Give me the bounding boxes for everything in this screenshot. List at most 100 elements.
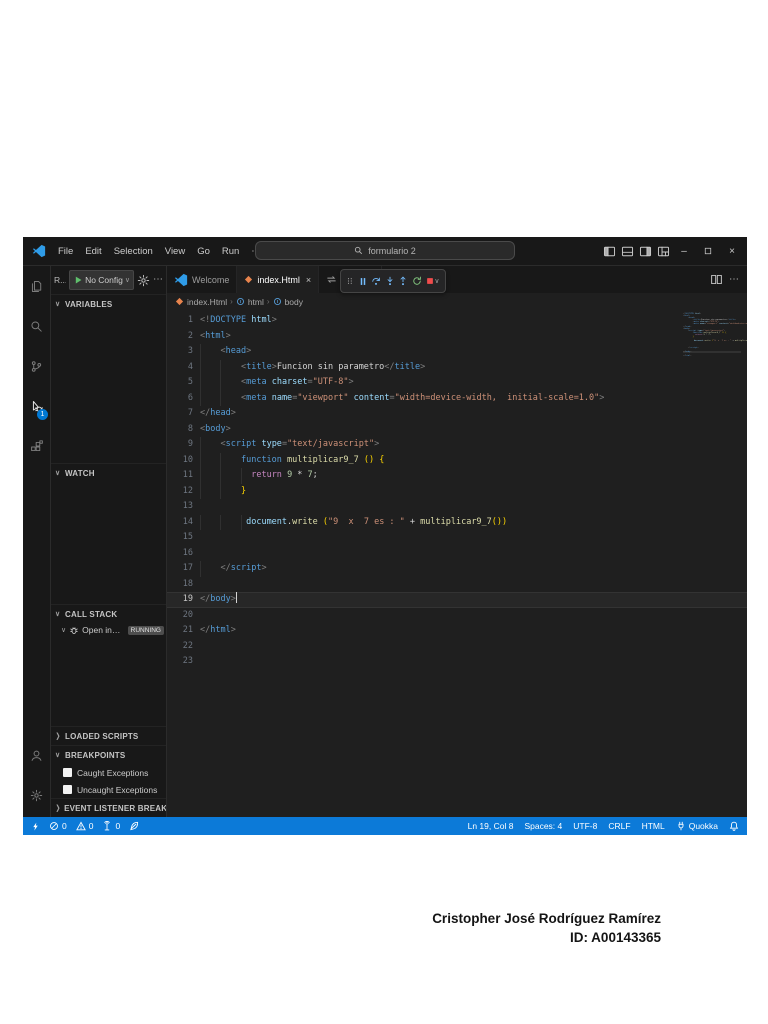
section-header-event-listener-breakpoints[interactable]: ❭EVENT LISTENER BREAKPOINTS <box>51 799 166 817</box>
breadcrumb-html[interactable]: html <box>236 297 264 307</box>
line-number[interactable]: 11 <box>167 468 200 484</box>
line-number[interactable]: 13 <box>167 499 200 515</box>
line-number[interactable]: 17 <box>167 561 200 577</box>
line-number[interactable]: 1 <box>167 313 200 329</box>
status-warning[interactable]: 0 <box>75 821 93 831</box>
activity-source-control[interactable] <box>23 346 50 386</box>
toggle-secondary-sidebar-icon[interactable] <box>637 243 653 259</box>
code-line-23[interactable] <box>683 359 741 361</box>
debug-config-dropdown[interactable]: No Config ∨ <box>69 270 134 290</box>
status-ln-19-col-8[interactable]: Ln 19, Col 8 <box>468 821 514 831</box>
restart-button[interactable] <box>412 276 422 286</box>
code-line-3[interactable]: 3 <head> <box>167 344 747 360</box>
more-actions-icon[interactable]: ⋯ <box>153 275 163 285</box>
line-number[interactable]: 20 <box>167 608 200 624</box>
code-line-4[interactable]: 4 <title>Funcion sin parametro</title> <box>167 360 747 376</box>
breakpoint-caught-exceptions[interactable]: Caught Exceptions <box>51 764 166 781</box>
code-line-6[interactable]: 6 <meta name="viewport" content="width=d… <box>167 391 747 407</box>
close-button[interactable]: × <box>721 237 743 265</box>
toggle-sidebar-icon[interactable] <box>601 243 617 259</box>
line-number[interactable]: 4 <box>167 360 200 376</box>
checkbox-icon[interactable] <box>63 768 72 777</box>
code-line-14[interactable]: 14 document.write ("9 x 7 es : " + multi… <box>167 515 747 531</box>
line-number[interactable]: 22 <box>167 639 200 655</box>
command-center-search[interactable]: formulario 2 <box>255 241 515 260</box>
section-header-variables[interactable]: ∨ VARIABLES <box>51 295 166 313</box>
code-line-23[interactable]: 23 <box>167 654 747 670</box>
code-line-15[interactable]: 15 <box>167 530 747 546</box>
customize-layout-icon[interactable] <box>655 243 671 259</box>
section-header-loaded-scripts[interactable]: ❭ LOADED SCRIPTS <box>51 727 166 745</box>
activity-run-and-debug[interactable]: 1 <box>23 386 50 426</box>
code-line-1[interactable]: 1 <!DOCTYPE html> <box>167 313 747 329</box>
minimap[interactable]: <!DOCTYPE html> <html> <head> <title>Func… <box>683 313 747 361</box>
code-line-5[interactable]: 5 <meta charset="UTF-8"> <box>167 375 747 391</box>
chevron-down-icon[interactable]: ∨ <box>434 277 439 285</box>
status-remote[interactable] <box>31 821 40 832</box>
code-line-9[interactable]: 9 <script type="text/javascript"> <box>167 437 747 453</box>
line-number[interactable]: 18 <box>167 577 200 593</box>
line-number[interactable]: 14 <box>167 515 200 531</box>
menu-view[interactable]: View <box>160 244 190 259</box>
line-number[interactable]: 19 <box>167 592 200 608</box>
code-line-12[interactable]: 12 } <box>167 484 747 500</box>
status-error[interactable]: 0 <box>49 821 67 831</box>
status-plug[interactable]: Quokka <box>676 821 718 831</box>
step-into-button[interactable] <box>385 276 395 286</box>
minimize-button[interactable]: – <box>673 237 695 265</box>
line-number[interactable]: 6 <box>167 391 200 407</box>
status-ports[interactable]: 0 <box>102 821 120 831</box>
stop-button[interactable]: ∨ <box>425 276 440 286</box>
line-number[interactable]: 21 <box>167 623 200 639</box>
menu-file[interactable]: File <box>53 244 78 259</box>
line-number[interactable]: 15 <box>167 530 200 546</box>
menu-edit[interactable]: Edit <box>80 244 106 259</box>
code-line-20[interactable]: 20 <box>167 608 747 624</box>
status-quill[interactable] <box>129 821 139 831</box>
activity-extensions[interactable] <box>23 426 50 466</box>
section-header-breakpoints[interactable]: ∨ BREAKPOINTS <box>51 746 166 764</box>
activity-search[interactable] <box>23 306 50 346</box>
code-content[interactable]: 1 <!DOCTYPE html> 2 <html> 3 <head> 4 <title>… <box>167 310 747 817</box>
maximize-button[interactable] <box>697 237 719 265</box>
line-number[interactable]: 3 <box>167 344 200 360</box>
grip-button[interactable] <box>346 275 354 287</box>
section-header-watch[interactable]: ∨ WATCH <box>51 464 166 482</box>
status-crlf[interactable]: CRLF <box>608 821 630 831</box>
code-line-22[interactable]: 22 <box>167 639 747 655</box>
checkbox-icon[interactable] <box>63 785 72 794</box>
activity-accounts[interactable] <box>23 735 50 775</box>
line-number[interactable]: 16 <box>167 546 200 562</box>
breadcrumb-index-html[interactable]: index.Html <box>175 297 227 307</box>
code-line-11[interactable]: 11 return 9 * 7; <box>167 468 747 484</box>
tab-index-html[interactable]: index.Html × <box>237 266 320 293</box>
line-number[interactable]: 12 <box>167 484 200 500</box>
code-line-10[interactable]: 10 function multiplicar9_7 () { <box>167 453 747 469</box>
activity-settings[interactable] <box>23 775 50 815</box>
status-html[interactable]: HTML <box>642 821 665 831</box>
code-line-19[interactable]: 19 </body> <box>167 592 747 608</box>
code-line-13[interactable]: 13 <box>167 499 747 515</box>
step-over-button[interactable] <box>371 276 381 286</box>
menu-run[interactable]: Run <box>217 244 244 259</box>
code-line-16[interactable]: 16 <box>167 546 747 562</box>
activity-explorer[interactable] <box>23 266 50 306</box>
step-out-button[interactable] <box>398 276 408 286</box>
editor-more-actions-icon[interactable]: ⋯ <box>729 274 739 285</box>
close-tab-icon[interactable]: × <box>306 275 311 285</box>
pause-button[interactable] <box>358 276 368 287</box>
breakpoint-uncaught-exceptions[interactable]: Uncaught Exceptions <box>51 781 166 798</box>
line-number[interactable]: 10 <box>167 453 200 469</box>
line-number[interactable]: 7 <box>167 406 200 422</box>
status-utf-8[interactable]: UTF-8 <box>573 821 597 831</box>
line-number[interactable]: 5 <box>167 375 200 391</box>
code-line-7[interactable]: 7 </head> <box>167 406 747 422</box>
tab-welcome[interactable]: Welcome <box>167 266 238 293</box>
call-stack-session[interactable]: ∨ Open index.Ht.. RUNNING <box>51 623 166 637</box>
gear-icon[interactable] <box>137 274 150 287</box>
status-bell[interactable] <box>729 821 739 831</box>
line-number[interactable]: 23 <box>167 654 200 670</box>
status-spaces-4[interactable]: Spaces: 4 <box>524 821 562 831</box>
code-editor[interactable]: 1 <!DOCTYPE html> 2 <html> 3 <head> 4 <title>… <box>167 310 747 817</box>
code-line-18[interactable]: 18 <box>167 577 747 593</box>
